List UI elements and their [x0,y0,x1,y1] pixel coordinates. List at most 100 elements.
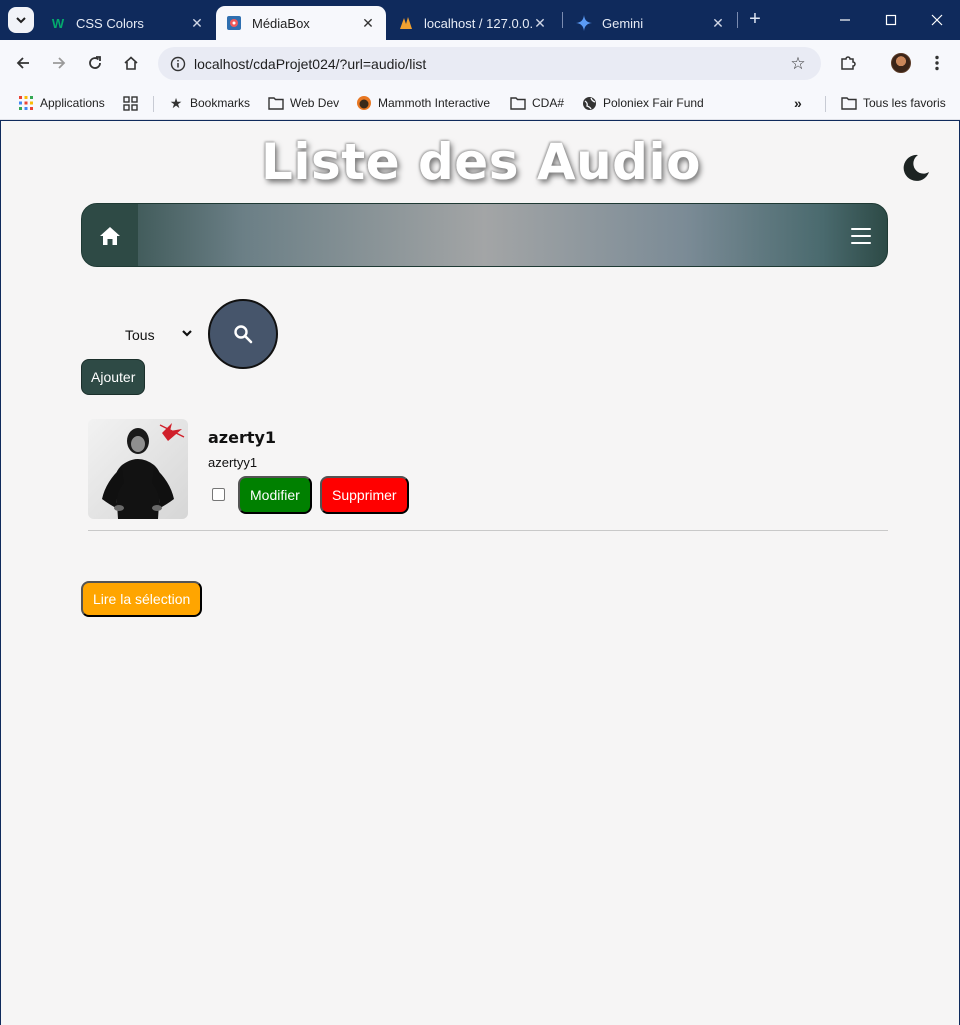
tab-css-colors[interactable]: W CSS Colors ✕ [40,6,215,40]
tab-separator [737,12,738,28]
search-button[interactable] [208,299,278,369]
tab-label: MédiaBox [252,15,310,31]
avatar [891,53,911,73]
close-icon[interactable]: ✕ [360,15,376,32]
maximize-icon [885,14,897,26]
bookmark-cda[interactable]: CDA# [510,92,564,114]
folder-icon [268,95,284,111]
bookmark-star-icon[interactable]: ☆ [783,54,813,74]
close-icon [931,14,943,26]
browser-menu-button[interactable] [923,49,951,77]
double-chevron-right-icon: » [794,95,802,111]
globe-icon [581,95,597,111]
profile-button[interactable] [887,49,915,77]
bookmark-applications[interactable]: Applications [18,92,105,114]
minimize-button[interactable] [822,0,868,40]
site-info-icon[interactable] [162,56,194,72]
new-tab-button[interactable]: + [744,8,766,30]
bookmark-label: Mammoth Interactive [378,96,491,110]
filter-select[interactable]: Tous [113,321,201,349]
search-icon [234,325,253,344]
apps-grid-icon [18,95,34,111]
bookmarks-bar: Applications ★ Bookmarks Web Dev Mammoth… [0,86,960,120]
w3schools-icon: W [51,15,65,31]
page-content: Liste des Audio Tous Ajouter azerty1 aze… [0,121,960,1025]
tab-label: CSS Colors [76,15,144,31]
reload-button[interactable] [81,49,109,77]
close-icon[interactable]: ✕ [189,15,205,32]
arrow-left-icon [16,57,29,69]
bookmark-separator [153,96,154,112]
tab-mediabox[interactable]: MédiaBox ✕ [216,6,386,40]
bookmark-label: Poloniex Fair Fund [603,96,704,110]
bookmarks-overflow-button[interactable]: » [794,92,802,114]
tab-phpmyadmin[interactable]: localhost / 127.0.0.1 ✕ [388,6,558,40]
home-link[interactable] [82,204,138,266]
browser-toolbar: localhost/cdaProjet024/?url=audio/list ☆ [0,40,960,86]
grid-icon [122,95,138,111]
moon-icon [903,154,929,181]
filter-selected-value: Tous [125,327,155,343]
close-icon[interactable]: ✕ [710,15,726,32]
main-navbar [81,203,888,267]
add-audio-button[interactable]: Ajouter [81,359,146,395]
select-checkbox[interactable] [212,488,225,501]
bookmark-separator [825,96,826,112]
mammoth-icon [356,95,372,111]
bookmark-grid[interactable] [122,92,144,114]
dark-mode-toggle[interactable] [901,153,931,183]
bookmark-all-favorites[interactable]: Tous les favoris [841,92,946,114]
maximize-button[interactable] [868,0,914,40]
forward-button[interactable] [45,49,73,77]
hamburger-icon-line [851,242,871,244]
address-bar[interactable]: localhost/cdaProjet024/?url=audio/list ☆ [158,47,821,80]
audio-artist: azertyy1 [208,455,258,470]
modify-button[interactable]: Modifier [238,476,312,514]
bookmark-label: Web Dev [290,96,340,110]
tab-separator [562,12,563,28]
tab-search-button[interactable] [8,7,34,33]
mediabox-icon [226,15,242,31]
close-icon[interactable]: ✕ [532,15,548,32]
bookmark-mammoth[interactable]: Mammoth Interactive [356,92,490,114]
chevron-down-icon [182,330,192,337]
tab-label: Gemini [602,15,644,31]
list-item: azerty1 azertyy1 Modifier Supprimer [88,419,888,531]
bookmark-label: Applications [40,96,105,110]
menu-toggle-button[interactable] [849,226,873,246]
back-button[interactable] [9,49,37,77]
folder-icon [510,95,526,111]
delete-button[interactable]: Supprimer [320,476,409,514]
gemini-icon [576,15,592,31]
play-selection-button[interactable]: Lire la sélection [81,581,203,617]
home-icon [124,56,138,70]
extensions-button[interactable] [834,49,862,77]
minimize-icon [840,19,850,21]
phpmyadmin-icon [398,15,414,31]
tab-gemini[interactable]: Gemini ✕ [566,6,736,40]
audio-title: azerty1 [208,428,277,447]
tab-strip: W CSS Colors ✕ MédiaBox ✕ localhost / 12… [0,0,960,40]
bookmark-web-dev[interactable]: Web Dev [268,92,339,114]
hamburger-icon-line [851,228,871,230]
page-title: Liste des Audio [261,133,701,191]
bookmark-label: Tous les favoris [863,96,946,110]
close-window-button[interactable] [914,0,960,40]
tab-label: localhost / 127.0.0.1 [424,15,532,31]
home-button[interactable] [117,49,145,77]
hamburger-icon-line [851,235,871,237]
folder-icon [841,95,857,111]
home-icon [100,227,120,245]
bookmark-label: Bookmarks [190,96,251,110]
reload-icon [89,56,101,69]
more-vertical-icon [935,55,939,71]
bookmark-label: CDA# [532,96,565,110]
bookmark-bookmarks[interactable]: ★ Bookmarks [168,92,250,114]
arrow-right-icon [53,57,66,69]
album-cover-image [88,419,188,519]
bookmark-poloniex[interactable]: Poloniex Fair Fund [581,92,704,114]
star-icon: ★ [169,94,183,111]
puzzle-icon [841,56,856,70]
chevron-down-icon [16,17,26,24]
url-text: localhost/cdaProjet024/?url=audio/list [194,55,427,72]
